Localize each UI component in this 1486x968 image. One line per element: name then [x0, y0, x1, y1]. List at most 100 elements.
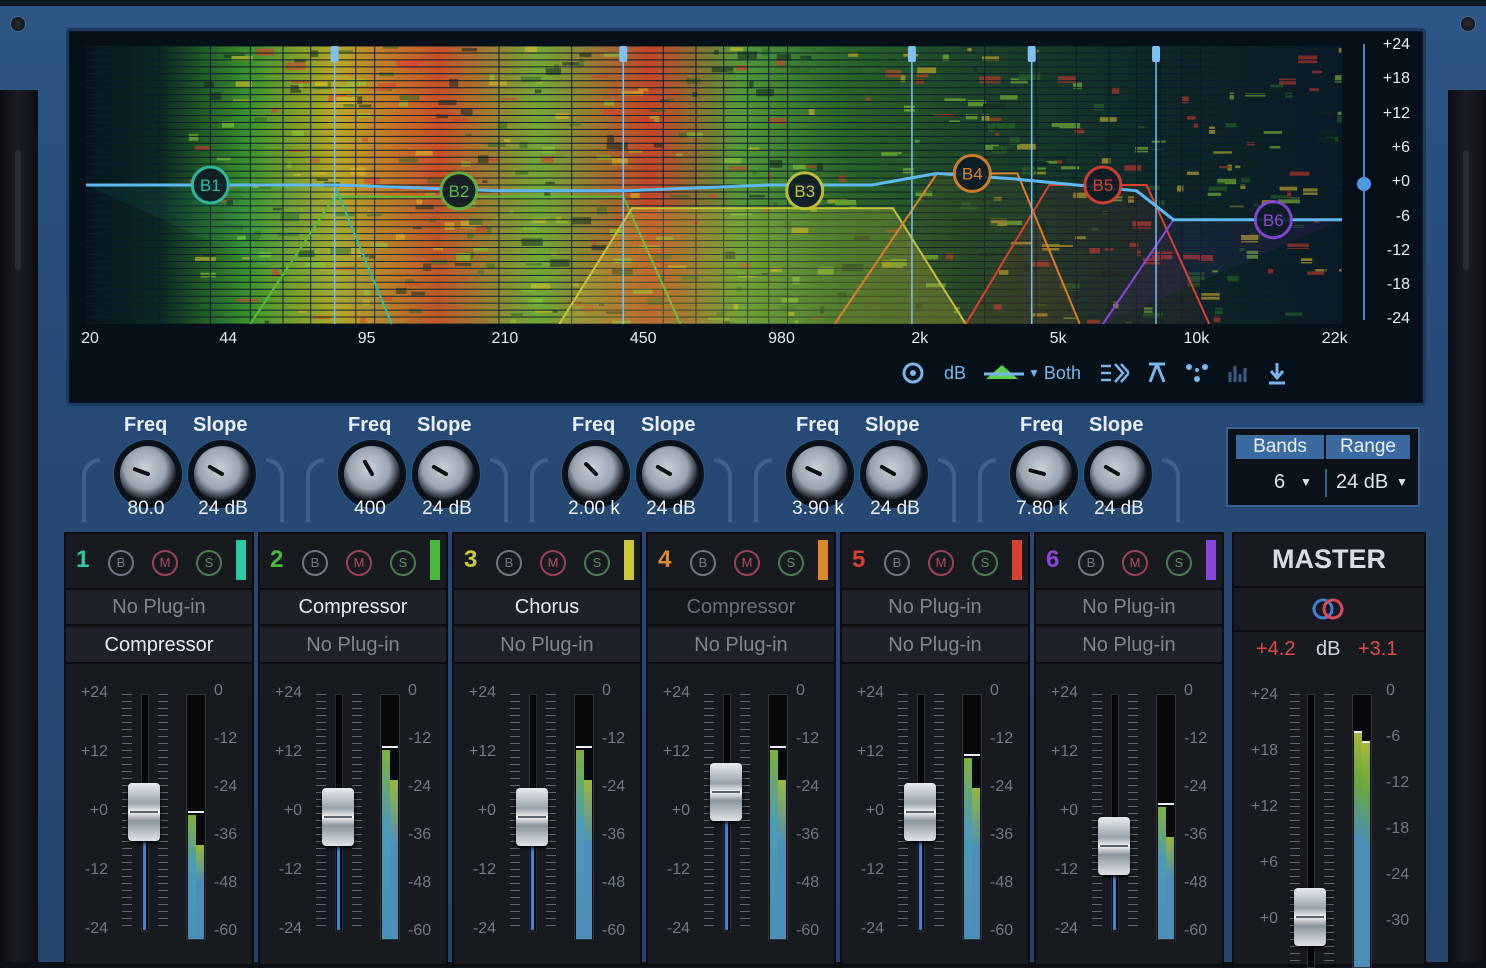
- meter-bars-icon[interactable]: [1227, 362, 1249, 384]
- freq-knob[interactable]: [568, 446, 624, 502]
- freq-knob[interactable]: [1016, 446, 1072, 502]
- range-slider-handle: [1357, 177, 1371, 191]
- plugin-slot-2[interactable]: No Plug-in: [260, 628, 446, 664]
- solo-button[interactable]: S: [196, 550, 222, 576]
- link-icon[interactable]: [1309, 596, 1349, 622]
- slope-knob[interactable]: [418, 446, 474, 502]
- crossover-handle: [619, 46, 627, 62]
- freq-knob[interactable]: [120, 446, 176, 502]
- plugin-slot-2[interactable]: Compressor: [66, 628, 252, 664]
- freq-value: 80.0: [128, 498, 165, 520]
- plugin-slot-1[interactable]: No Plug-in: [842, 590, 1028, 626]
- bracket-right: [714, 458, 732, 522]
- strip-6: 6BMSNo Plug-inNo Plug-in+24+12+0-12-240-…: [1034, 532, 1224, 966]
- freq-knob[interactable]: [792, 446, 848, 502]
- freq-value: 3.90 k: [792, 498, 844, 520]
- band-node-b3[interactable]: B3: [787, 173, 823, 209]
- fader-ticks: [1092, 694, 1102, 930]
- fader-handle[interactable]: [322, 788, 354, 846]
- solo-button[interactable]: S: [1166, 550, 1192, 576]
- plugin-slot-1[interactable]: Compressor: [648, 590, 834, 626]
- bypass-button[interactable]: B: [884, 550, 910, 576]
- peak-indicator: [1354, 731, 1362, 733]
- freq-axis-label: 10k: [1183, 330, 1209, 348]
- slope-knob[interactable]: [194, 446, 250, 502]
- range-slider[interactable]: [1352, 40, 1422, 332]
- freq-label: Freq: [124, 414, 167, 437]
- peak-indicator: [770, 746, 778, 748]
- solo-button[interactable]: S: [584, 550, 610, 576]
- band-node-b5[interactable]: B5: [1085, 167, 1121, 203]
- bypass-button[interactable]: B: [496, 550, 522, 576]
- slope-knob[interactable]: [1090, 446, 1146, 502]
- band-node-b2[interactable]: B2: [441, 173, 477, 209]
- strip-1: 1BMSNo Plug-inCompressor+24+12+0-12-240-…: [64, 532, 254, 966]
- mute-button[interactable]: M: [540, 550, 566, 576]
- fader-scale-label: +0: [650, 802, 690, 820]
- freq-knob[interactable]: [344, 446, 400, 502]
- peak-indicator: [778, 746, 786, 748]
- mute-button[interactable]: M: [152, 550, 178, 576]
- level-meter: [962, 694, 982, 940]
- band-color-indicator: [1206, 540, 1216, 580]
- reset-crossover-icon[interactable]: [1147, 362, 1167, 384]
- meter-bar-right: [196, 845, 204, 939]
- fader-handle[interactable]: [904, 783, 936, 841]
- freeze-icon[interactable]: [900, 361, 926, 385]
- right-side-panel: [1448, 90, 1486, 962]
- db-toggle[interactable]: dB: [944, 363, 966, 384]
- meter-bar-left: [964, 758, 972, 939]
- fader-scale-label: +24: [844, 684, 884, 702]
- slope-knob[interactable]: [642, 446, 698, 502]
- download-icon[interactable]: [1267, 361, 1287, 385]
- band-color-indicator: [430, 540, 440, 580]
- plugin-slot-1[interactable]: No Plug-in: [66, 590, 252, 626]
- plugin-slot-2[interactable]: No Plug-in: [1036, 628, 1222, 664]
- band-node-b1[interactable]: B1: [192, 167, 228, 203]
- freq-axis-label: 980: [768, 330, 795, 348]
- plugin-slot-2[interactable]: No Plug-in: [648, 628, 834, 664]
- master-level-meter: [1352, 694, 1372, 968]
- plugin-slot-1[interactable]: Chorus: [454, 590, 640, 626]
- plugin-slot-1[interactable]: No Plug-in: [1036, 590, 1222, 626]
- meter-scale-label: 0: [214, 682, 223, 700]
- peak-indicator: [196, 811, 204, 813]
- fader-handle[interactable]: [128, 783, 160, 841]
- band-node-b4[interactable]: B4: [954, 155, 990, 191]
- bypass-button[interactable]: B: [1078, 550, 1104, 576]
- mute-button[interactable]: M: [346, 550, 372, 576]
- range-dropdown[interactable]: 24 dB ▼: [1326, 467, 1410, 497]
- peak-indicator: [188, 811, 196, 813]
- plugin-slot-1[interactable]: Compressor: [260, 590, 446, 626]
- plugin-slot-2[interactable]: No Plug-in: [454, 628, 640, 664]
- band-node-b6[interactable]: B6: [1255, 202, 1291, 238]
- solo-button[interactable]: S: [390, 550, 416, 576]
- slope-knob[interactable]: [866, 446, 922, 502]
- master-fader-handle[interactable]: [1294, 888, 1326, 946]
- bypass-button[interactable]: B: [108, 550, 134, 576]
- mute-button[interactable]: M: [1122, 550, 1148, 576]
- fader-handle[interactable]: [1098, 817, 1130, 875]
- solo-button[interactable]: S: [972, 550, 998, 576]
- fader-handle[interactable]: [516, 788, 548, 846]
- meter-scale-label: -12: [990, 730, 1013, 748]
- plugin-slot-2[interactable]: No Plug-in: [842, 628, 1028, 664]
- bands-count-dropdown[interactable]: 6 ▼: [1236, 467, 1324, 497]
- svg-text:B5: B5: [1092, 176, 1113, 195]
- display-mode-dropdown[interactable]: ▼ Both: [984, 363, 1081, 384]
- mute-button[interactable]: M: [734, 550, 760, 576]
- fader-handle[interactable]: [710, 763, 742, 821]
- spectrum-graph[interactable]: B1 B2 B3 B4 B5 B6: [86, 46, 1342, 324]
- meter-scale-label: 0: [602, 682, 611, 700]
- nodes-icon[interactable]: [1185, 362, 1209, 384]
- slope-value: 24 dB: [198, 498, 248, 520]
- master-fader-scale-label: +24: [1238, 686, 1278, 704]
- strip-header: 1BMS: [66, 534, 252, 590]
- solo-button[interactable]: S: [778, 550, 804, 576]
- bypass-button[interactable]: B: [690, 550, 716, 576]
- fader-scale-label: +24: [456, 684, 496, 702]
- bypass-button[interactable]: B: [302, 550, 328, 576]
- fader-scale-label: +0: [844, 802, 884, 820]
- mute-button[interactable]: M: [928, 550, 954, 576]
- spread-icon[interactable]: [1099, 362, 1129, 384]
